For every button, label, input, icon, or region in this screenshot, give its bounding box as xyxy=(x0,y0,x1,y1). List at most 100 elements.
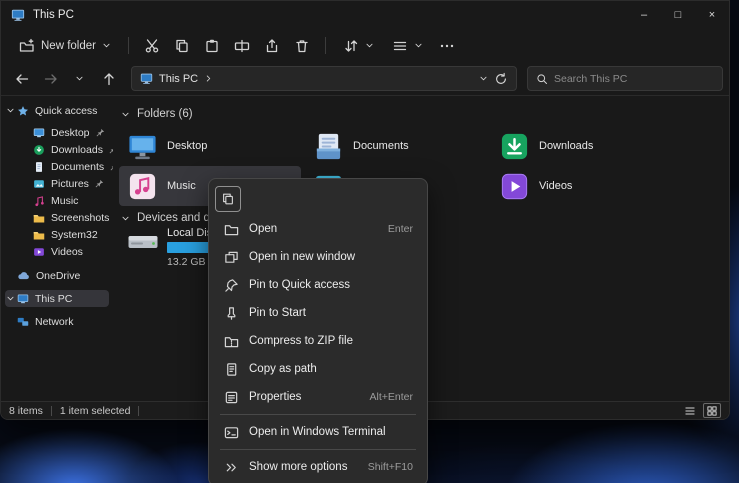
folder-label: Videos xyxy=(539,180,572,192)
menu-item-properties[interactable]: Properties Alt+Enter xyxy=(213,383,423,411)
folder-tile-downloads[interactable]: Downloads xyxy=(491,126,673,166)
music-folder-icon xyxy=(127,171,158,202)
menu-item-pin-quick-access[interactable]: Pin to Quick access xyxy=(213,271,423,299)
back-button[interactable] xyxy=(9,66,34,91)
maximize-button[interactable]: □ xyxy=(661,1,695,29)
folder-icon xyxy=(33,229,45,241)
copy-path-icon xyxy=(224,362,239,377)
breadcrumb[interactable]: This PC xyxy=(159,73,198,85)
menu-item-pin-start[interactable]: Pin to Start xyxy=(213,299,423,327)
menu-label: Pin to Quick access xyxy=(249,279,350,291)
documents-icon xyxy=(33,161,45,173)
sidebar-item-videos[interactable]: Videos xyxy=(5,243,109,260)
address-bar[interactable]: This PC xyxy=(131,66,517,91)
this-pc-icon xyxy=(17,293,29,305)
open-icon xyxy=(224,222,239,237)
cut-button[interactable] xyxy=(138,33,166,59)
terminal-icon xyxy=(224,425,239,440)
menu-item-open[interactable]: Open Enter xyxy=(213,215,423,243)
sidebar-label: Screenshots xyxy=(51,212,109,224)
status-divider xyxy=(51,406,52,416)
sidebar-item-pictures[interactable]: Pictures xyxy=(5,175,109,192)
downloads-icon xyxy=(33,144,45,156)
selection-count: 1 item selected xyxy=(60,405,131,417)
address-dropdown-icon[interactable] xyxy=(479,74,488,83)
rename-button[interactable] xyxy=(228,33,256,59)
sidebar-item-network[interactable]: Network xyxy=(5,313,109,330)
titlebar[interactable]: This PC – □ × xyxy=(1,1,729,29)
recent-locations-button[interactable] xyxy=(67,66,92,91)
sidebar-item-documents[interactable]: Documents xyxy=(5,158,109,175)
chevron-down-icon xyxy=(414,41,423,50)
navigation-pane: Quick access Desktop Downloads xyxy=(1,96,113,401)
menu-item-open-windows-terminal[interactable]: Open in Windows Terminal xyxy=(213,418,423,446)
chevron-down-icon xyxy=(365,41,374,50)
copy-icon xyxy=(221,192,235,206)
toolbar-divider xyxy=(128,37,129,54)
item-count: 8 items xyxy=(9,405,43,417)
forward-icon xyxy=(43,71,59,87)
status-divider xyxy=(138,406,139,416)
share-button[interactable] xyxy=(258,33,286,59)
quick-access-star-icon xyxy=(17,105,29,117)
folders-section-header[interactable]: Folders (6) xyxy=(121,108,193,120)
sidebar-label: Desktop xyxy=(51,127,90,139)
sidebar-item-downloads[interactable]: Downloads xyxy=(5,141,109,158)
sidebar-item-quick-access[interactable]: Quick access xyxy=(5,102,109,119)
quick-copy-button[interactable] xyxy=(215,186,241,212)
close-button[interactable]: × xyxy=(695,1,729,29)
rename-icon xyxy=(234,38,250,54)
menu-label: Open in Windows Terminal xyxy=(249,426,386,438)
sidebar-label: OneDrive xyxy=(36,270,80,282)
view-button[interactable] xyxy=(384,34,431,58)
pin-start-icon xyxy=(224,306,239,321)
folder-icon xyxy=(33,212,45,224)
sidebar-item-screenshots[interactable]: Screenshots xyxy=(5,209,109,226)
cut-icon xyxy=(144,38,160,54)
desktop-icon xyxy=(33,127,45,139)
menu-item-open-new-window[interactable]: Open in new window xyxy=(213,243,423,271)
folder-tile-desktop[interactable]: Desktop xyxy=(119,126,301,166)
details-view-button[interactable] xyxy=(681,403,699,418)
chevron-right-icon[interactable] xyxy=(204,74,213,83)
sidebar-label: Network xyxy=(35,316,74,328)
paste-button[interactable] xyxy=(198,33,226,59)
videos-icon xyxy=(33,246,45,258)
menu-item-copy-as-path[interactable]: Copy as path xyxy=(213,355,423,383)
minimize-button[interactable]: – xyxy=(627,1,661,29)
chevron-down-icon xyxy=(102,41,111,50)
navigation-bar: This PC xyxy=(1,62,729,96)
folder-tile-documents[interactable]: Documents xyxy=(305,126,487,166)
sidebar-item-desktop[interactable]: Desktop xyxy=(5,124,109,141)
new-folder-button[interactable]: New folder xyxy=(11,34,119,58)
compress-zip-icon xyxy=(224,334,239,349)
see-more-button[interactable] xyxy=(433,33,461,59)
search-box[interactable] xyxy=(527,66,723,91)
sidebar-item-system32[interactable]: System32 xyxy=(5,226,109,243)
show-more-icon xyxy=(224,460,239,475)
paste-icon xyxy=(204,38,220,54)
menu-label: Show more options xyxy=(249,461,347,473)
forward-button[interactable] xyxy=(38,66,63,91)
sidebar-item-this-pc[interactable]: This PC xyxy=(5,290,109,307)
folder-tile-videos[interactable]: Videos xyxy=(491,166,673,206)
menu-item-show-more-options[interactable]: Show more options Shift+F10 xyxy=(213,453,423,481)
thumbnail-view-button[interactable] xyxy=(703,403,721,418)
context-menu-quick-actions xyxy=(213,183,423,215)
window-title: This PC xyxy=(33,9,74,21)
sort-button[interactable] xyxy=(335,34,382,58)
folder-label: Documents xyxy=(353,140,409,152)
search-input[interactable] xyxy=(554,73,714,85)
folder-label: Music xyxy=(167,180,196,192)
delete-button[interactable] xyxy=(288,33,316,59)
onedrive-cloud-icon xyxy=(17,269,30,282)
sidebar-item-onedrive[interactable]: OneDrive xyxy=(5,267,109,284)
refresh-icon[interactable] xyxy=(494,72,508,86)
up-icon xyxy=(101,71,117,87)
menu-item-compress-zip[interactable]: Compress to ZIP file xyxy=(213,327,423,355)
sidebar-item-music[interactable]: Music xyxy=(5,192,109,209)
menu-shortcut: Alt+Enter xyxy=(370,391,413,403)
copy-button[interactable] xyxy=(168,33,196,59)
sidebar-label: Documents xyxy=(51,161,104,173)
up-button[interactable] xyxy=(96,66,121,91)
